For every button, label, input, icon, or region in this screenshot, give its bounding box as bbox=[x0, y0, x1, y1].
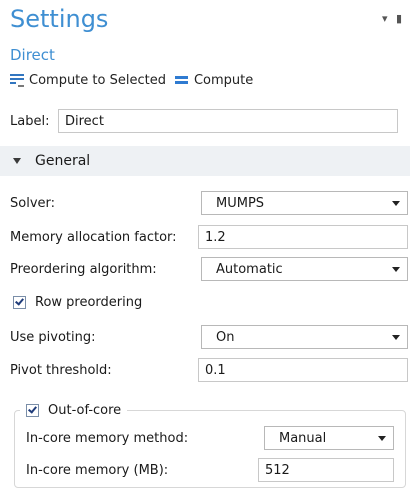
section-general-header[interactable]: General bbox=[0, 146, 410, 176]
check-icon bbox=[28, 403, 37, 414]
compute-to-selected-button[interactable]: Compute to Selected bbox=[10, 73, 166, 88]
out-of-core-checkbox[interactable] bbox=[26, 403, 39, 417]
collapse-triangle-icon bbox=[13, 158, 21, 164]
check-icon bbox=[15, 295, 24, 306]
node-subtitle: Direct bbox=[10, 46, 55, 64]
chevron-down-icon bbox=[392, 267, 400, 272]
label-field-label: Label: bbox=[10, 113, 50, 129]
settings-header: Settings ▾ ▮ Direct Compute to Selected … bbox=[0, 0, 410, 100]
row-preordering-checkbox[interactable] bbox=[13, 295, 26, 309]
row-preordering-label: Row preordering bbox=[35, 294, 143, 310]
compute-button[interactable]: Compute bbox=[174, 72, 254, 88]
pivoting-select[interactable]: On bbox=[201, 325, 408, 349]
pivot-threshold-row: Pivot threshold: bbox=[10, 358, 112, 382]
memory-method-label: In-core memory method: bbox=[26, 430, 189, 446]
pivot-threshold-label: Pivot threshold: bbox=[10, 362, 112, 378]
pivoting-value: On bbox=[216, 329, 235, 345]
section-title: General bbox=[35, 153, 91, 169]
preordering-select[interactable]: Automatic bbox=[201, 257, 408, 281]
preordering-row: Preordering algorithm: bbox=[10, 257, 157, 281]
memory-mb-input[interactable] bbox=[258, 458, 394, 482]
preordering-value: Automatic bbox=[216, 261, 283, 277]
pivoting-row: Use pivoting: bbox=[10, 325, 96, 349]
out-of-core-label: Out-of-core bbox=[48, 402, 122, 418]
page-title: Settings bbox=[10, 5, 109, 33]
toolbar: Compute to Selected Compute bbox=[10, 70, 253, 90]
compute-to-selected-icon bbox=[10, 73, 24, 87]
solver-label: Solver: bbox=[10, 195, 56, 211]
solver-select[interactable]: MUMPS bbox=[201, 191, 408, 215]
memory-mb-row: In-core memory (MB): bbox=[26, 458, 168, 482]
memory-method-row: In-core memory method: bbox=[26, 426, 188, 450]
compute-label: Compute bbox=[193, 72, 254, 88]
window-menu-icon[interactable]: ▾ bbox=[382, 12, 388, 25]
chevron-down-icon bbox=[392, 335, 400, 340]
solver-value: MUMPS bbox=[216, 195, 265, 211]
out-of-core-legend: Out-of-core bbox=[20, 400, 128, 420]
label-row: Label: bbox=[10, 109, 49, 133]
memory-factor-row: Memory allocation factor: bbox=[10, 225, 177, 249]
chevron-down-icon bbox=[378, 436, 386, 441]
memory-method-value: Manual bbox=[279, 430, 327, 446]
pivoting-label: Use pivoting: bbox=[10, 329, 96, 345]
preordering-label: Preordering algorithm: bbox=[10, 261, 157, 277]
row-preordering-row: Row preordering bbox=[13, 290, 142, 314]
memory-factor-label: Memory allocation factor: bbox=[10, 229, 177, 245]
solver-row: Solver: bbox=[10, 191, 55, 215]
chevron-down-icon bbox=[392, 201, 400, 206]
memory-method-select[interactable]: Manual bbox=[264, 426, 394, 450]
compute-icon bbox=[174, 74, 188, 86]
compute-to-selected-label: Compute to Selected bbox=[29, 72, 166, 88]
memory-mb-label: In-core memory (MB): bbox=[26, 462, 169, 478]
pin-icon[interactable]: ▮ bbox=[396, 12, 402, 25]
label-input[interactable] bbox=[58, 109, 398, 133]
memory-factor-input[interactable] bbox=[198, 225, 408, 249]
pivot-threshold-input[interactable] bbox=[198, 358, 408, 382]
